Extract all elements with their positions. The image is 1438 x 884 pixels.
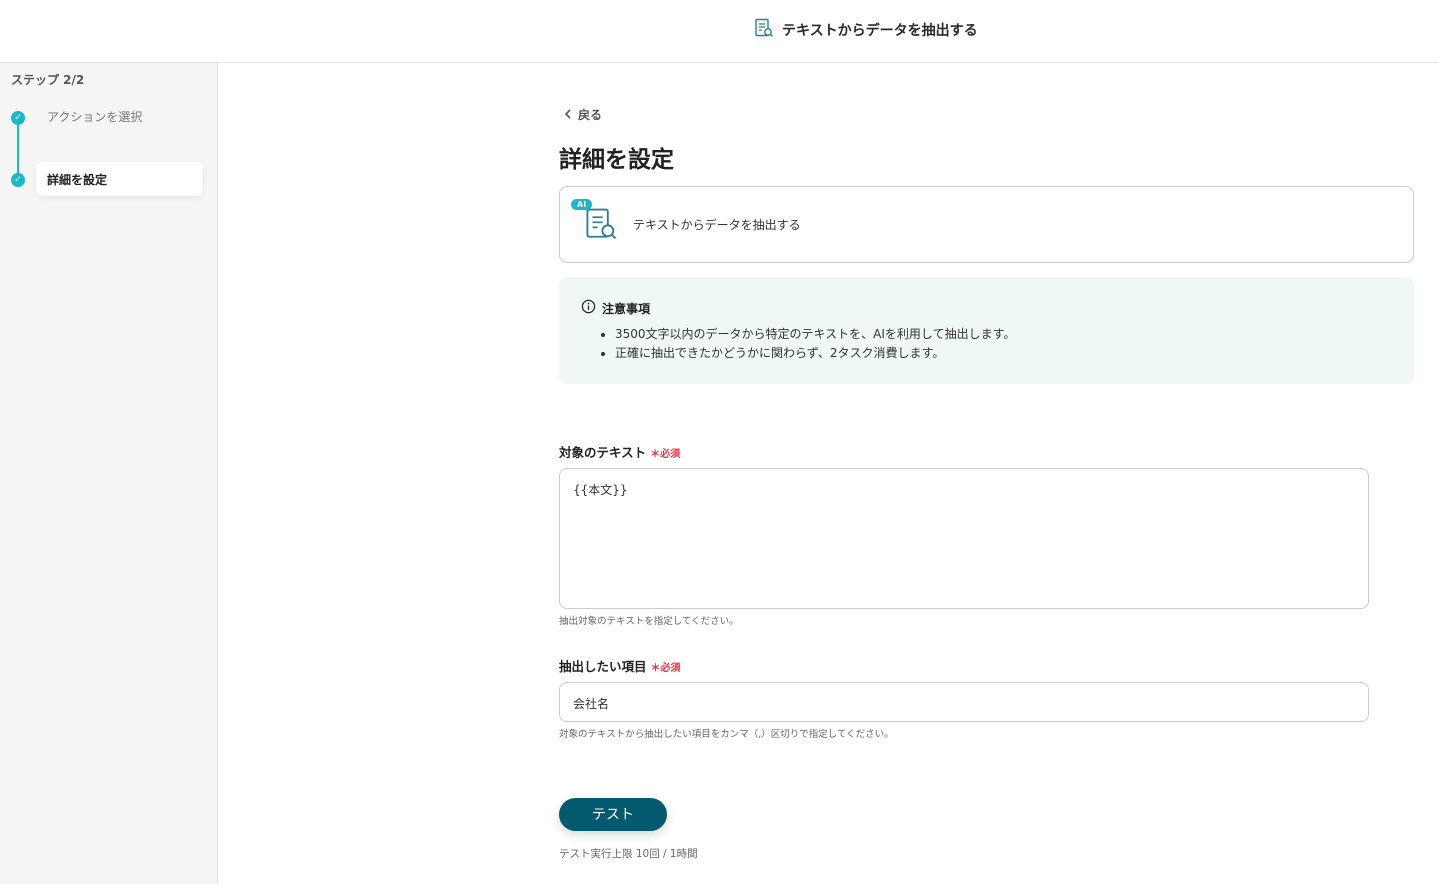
step-connector [17, 123, 19, 179]
required-badge: ＊必須 [650, 663, 681, 674]
test-button[interactable]: テスト [559, 798, 667, 831]
test-limit-text: テスト実行上限 10回 / 1時間 [559, 848, 698, 860]
header-title: テキストからデータを抽出する [754, 18, 978, 42]
notice-box: 注意事項 3500文字以内のデータから特定のテキストを、AIを利用して抽出します… [559, 277, 1414, 384]
back-link[interactable]: 戻る [564, 106, 602, 123]
step-sidebar: ステップ 2/2 ✓ アクションを選択 ✓ 詳細を設定 [0, 63, 218, 884]
extract-items-input[interactable]: 会社名 [559, 682, 1369, 722]
back-label: 戻る [578, 108, 603, 122]
action-card: AI テキストからデータを抽出する [559, 186, 1414, 263]
required-text: 必須 [660, 449, 681, 460]
sidebar-step-settings[interactable]: 詳細を設定 [36, 162, 203, 196]
document-search-icon [584, 207, 618, 245]
notice-item: 3500文字以内のデータから特定のテキストを、AIを利用して抽出します。 [615, 325, 1392, 344]
header-title-text: テキストからデータを抽出する [782, 23, 978, 39]
chevron-left-icon [564, 108, 572, 122]
step-counter: ステップ 2/2 [11, 73, 85, 87]
field-label: 対象のテキスト [559, 445, 647, 460]
field-label: 抽出したい項目 [559, 659, 647, 674]
info-icon [581, 299, 596, 317]
document-search-icon [754, 18, 774, 42]
check-icon: ✓ [11, 111, 25, 125]
check-icon: ✓ [11, 173, 25, 187]
required-badge: ＊必須 [650, 449, 681, 460]
extract-items-help: 対象のテキストから抽出したい項目をカンマ（,）区切りで指定してください。 [559, 729, 894, 740]
target-text-textarea[interactable]: {{本文}} [559, 468, 1369, 609]
page-title: 詳細を設定 [559, 147, 674, 173]
notice-item: 正確に抽出できたかどうかに関わらず、2タスク消費します。 [615, 344, 1392, 363]
ai-badge: AI [571, 199, 593, 210]
target-text-label: 対象のテキスト ＊必須 [559, 442, 680, 461]
required-text: 必須 [660, 663, 681, 674]
target-text-help: 抽出対象のテキストを指定してください。 [559, 616, 739, 627]
action-card-label: テキストからデータを抽出する [633, 218, 801, 232]
notice-title: 注意事項 [602, 301, 651, 316]
extract-items-label: 抽出したい項目 ＊必須 [559, 656, 681, 675]
sidebar-step-select-action[interactable]: アクションを選択 [47, 108, 142, 125]
top-bar: テキストからデータを抽出する [0, 0, 1438, 63]
